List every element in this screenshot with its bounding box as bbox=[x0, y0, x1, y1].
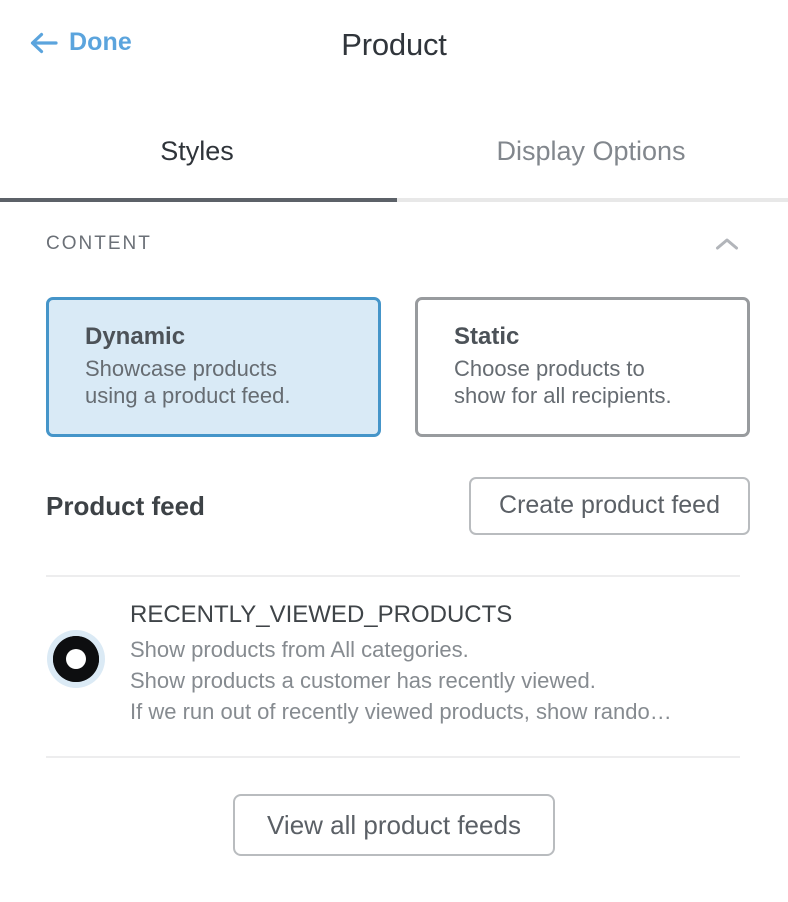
app-header: Done Product bbox=[0, 0, 788, 104]
radio-inner-dot bbox=[66, 648, 86, 669]
content-section-title: CONTENT bbox=[46, 233, 152, 254]
feed-item-title: RECENTLY_VIEWED_PRODUCTS bbox=[130, 600, 513, 628]
view-all-product-feeds-button[interactable]: View all product feeds bbox=[233, 793, 555, 856]
product-feed-heading: Product feed bbox=[46, 490, 205, 521]
list-item[interactable]: RECENTLY_VIEWED_PRODUCTS Show products f… bbox=[0, 577, 788, 748]
feed-item-line-3: If we run out of recently viewed product… bbox=[130, 699, 672, 725]
product-feed-header: Product feed Create product feed bbox=[0, 437, 788, 535]
view-all-product-feeds-label: View all product feeds bbox=[267, 809, 521, 840]
tab-styles[interactable]: Styles bbox=[0, 135, 394, 167]
tab-display-options[interactable]: Display Options bbox=[394, 135, 788, 167]
view-all-action-row: View all product feeds bbox=[0, 758, 788, 856]
option-card-dynamic[interactable]: Dynamic Showcase products using a produc… bbox=[46, 297, 381, 437]
content-type-options: Dynamic Showcase products using a produc… bbox=[0, 253, 788, 437]
option-static-desc-line-1: Choose products to bbox=[454, 355, 645, 381]
chevron-up-icon[interactable] bbox=[714, 236, 740, 252]
feed-item-text: RECENTLY_VIEWED_PRODUCTS Show products f… bbox=[130, 599, 748, 728]
feed-item-line-2: Show products a customer has recently vi… bbox=[130, 668, 596, 694]
radio-selected-icon[interactable] bbox=[47, 629, 105, 688]
tab-styles-label: Styles bbox=[160, 135, 234, 166]
option-dynamic-desc-line-1: Showcase products bbox=[85, 355, 277, 381]
feed-item-line-1: Show products from All categories. bbox=[130, 636, 469, 662]
option-dynamic-desc-line-2: using a product feed. bbox=[85, 383, 291, 409]
create-product-feed-button[interactable]: Create product feed bbox=[469, 476, 750, 535]
option-static-name: Static bbox=[454, 323, 520, 350]
create-product-feed-label: Create product feed bbox=[499, 491, 720, 520]
option-dynamic-name: Dynamic bbox=[85, 323, 186, 350]
option-card-static[interactable]: Static Choose products to show for all r… bbox=[415, 297, 750, 437]
option-static-desc-line-2: show for all recipients. bbox=[454, 383, 672, 409]
tab-active-indicator bbox=[0, 198, 397, 202]
page-title: Product bbox=[341, 27, 447, 62]
tab-display-options-label: Display Options bbox=[496, 135, 686, 166]
feed-radio-wrapper[interactable] bbox=[46, 629, 106, 689]
styles-panel: CONTENT Dynamic Showcase products using … bbox=[0, 202, 788, 856]
tab-bar: Styles Display Options bbox=[0, 104, 788, 202]
content-section-header[interactable]: CONTENT bbox=[0, 202, 788, 253]
